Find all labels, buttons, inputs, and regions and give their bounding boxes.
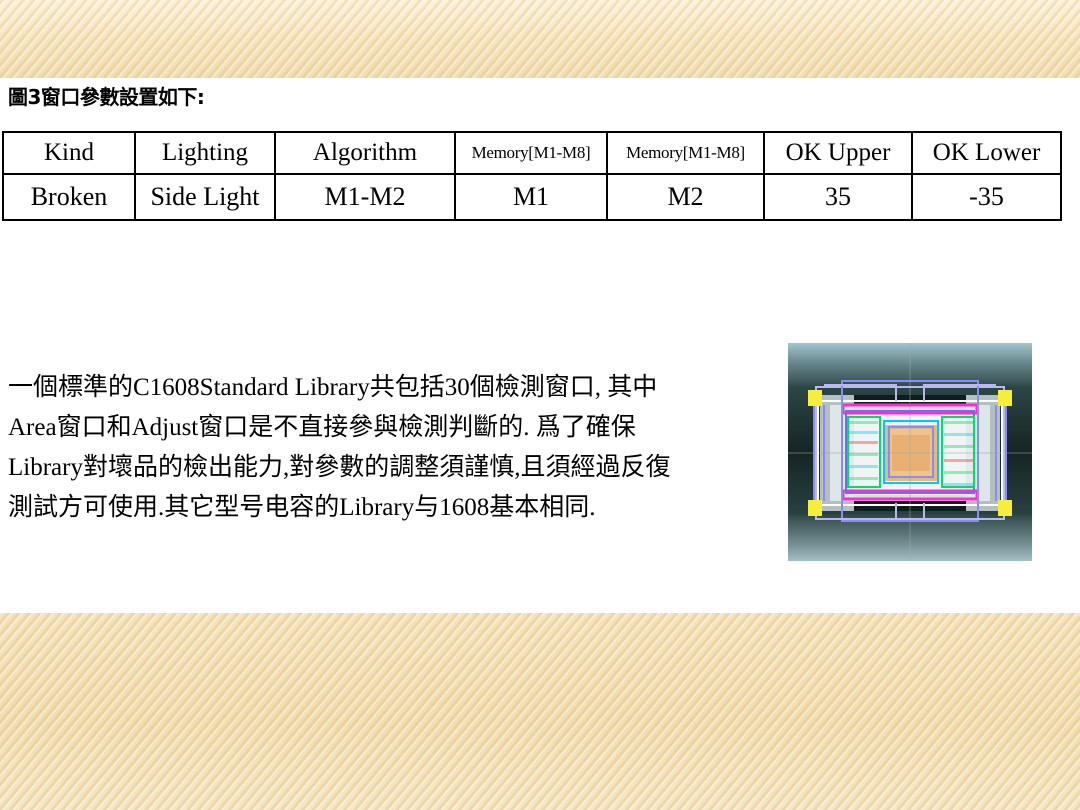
paragraph-line-3: Library對壞品的檢出能力,對參數的調整須謹慎,且須經過反復	[8, 454, 671, 481]
inspection-image-svg	[788, 343, 1032, 561]
cell-algorithm: M1-M2	[274, 173, 456, 221]
slide-content-area: 圖3窗口參數設置如下: Kind Lighting Algorithm Memo…	[0, 78, 1080, 613]
column-header-algorithm: Algorithm	[274, 131, 456, 175]
paragraph-line-1: 一個標準的C1608Standard Library共包括30個檢測窗口, 其中	[8, 374, 658, 401]
figure-caption: 圖3窗口參數設置如下:	[8, 85, 205, 109]
column-header-memory-a: Memory[M1-M8]	[454, 131, 608, 175]
cell-kind: Broken	[2, 173, 136, 221]
cell-ok-lower: -35	[911, 173, 1062, 221]
column-header-ok-lower: OK Lower	[911, 131, 1062, 175]
decorative-bottom-band	[0, 613, 1080, 810]
column-header-lighting: Lighting	[134, 131, 276, 175]
description-paragraph: 一個標準的C1608Standard Library共包括30個檢測窗口, 其中…	[8, 368, 748, 528]
cell-memory-b: M2	[606, 173, 765, 221]
paragraph-line-2: Area窗口和Adjust窗口是不直接參與檢測判斷的. 爲了確保	[8, 414, 636, 441]
table-row: Broken Side Light M1-M2 M1 M2 35 -35	[2, 173, 1062, 221]
paragraph-line-4: 測試方可使用.其它型号电容的Library与1608基本相同.	[8, 494, 596, 521]
table-header-row: Kind Lighting Algorithm Memory[M1-M8] Me…	[2, 131, 1062, 175]
inspection-image	[788, 343, 1032, 561]
cell-memory-a: M1	[454, 173, 608, 221]
cell-lighting: Side Light	[134, 173, 276, 221]
column-header-kind: Kind	[2, 131, 136, 175]
decorative-top-band	[0, 0, 1080, 78]
column-header-ok-upper: OK Upper	[763, 131, 913, 175]
window-parameter-table: Kind Lighting Algorithm Memory[M1-M8] Me…	[2, 131, 1062, 221]
cell-ok-upper: 35	[763, 173, 913, 221]
column-header-memory-b: Memory[M1-M8]	[606, 131, 765, 175]
